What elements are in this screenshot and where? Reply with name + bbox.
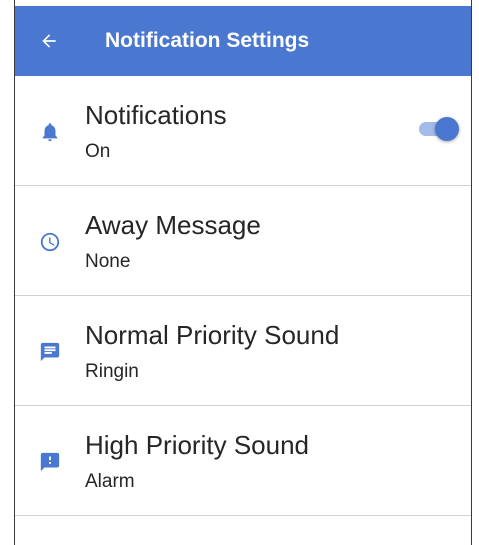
setting-title: Away Message	[85, 210, 261, 240]
page-title: Notification Settings	[105, 29, 310, 52]
toggle-thumb	[435, 117, 459, 141]
notifications-toggle[interactable]	[419, 116, 459, 142]
setting-high-priority-sound[interactable]: High Priority Sound Alarm	[15, 406, 471, 516]
setting-value: None	[85, 251, 131, 272]
setting-value: Ringin	[85, 361, 139, 382]
message-icon	[37, 339, 63, 365]
right-border	[471, 0, 472, 545]
back-button[interactable]	[35, 27, 63, 55]
bell-icon	[37, 119, 63, 145]
arrow-left-icon	[42, 34, 56, 48]
clock-icon	[37, 229, 63, 255]
settings-list: Notifications On Away Message None Norma…	[15, 76, 471, 516]
setting-value: Alarm	[85, 471, 135, 492]
app-bar: Notification Settings	[15, 6, 471, 76]
setting-title: High Priority Sound	[85, 430, 309, 460]
setting-title: Notifications	[85, 100, 227, 130]
notification-settings-screen: Notification Settings Notifications On A	[0, 0, 479, 545]
setting-away-message[interactable]: Away Message None	[15, 186, 471, 296]
setting-normal-priority-sound[interactable]: Normal Priority Sound Ringin	[15, 296, 471, 406]
priority-message-icon	[37, 449, 63, 475]
setting-title: Normal Priority Sound	[85, 320, 340, 350]
setting-value: On	[85, 141, 111, 162]
setting-notifications[interactable]: Notifications On	[15, 76, 471, 186]
